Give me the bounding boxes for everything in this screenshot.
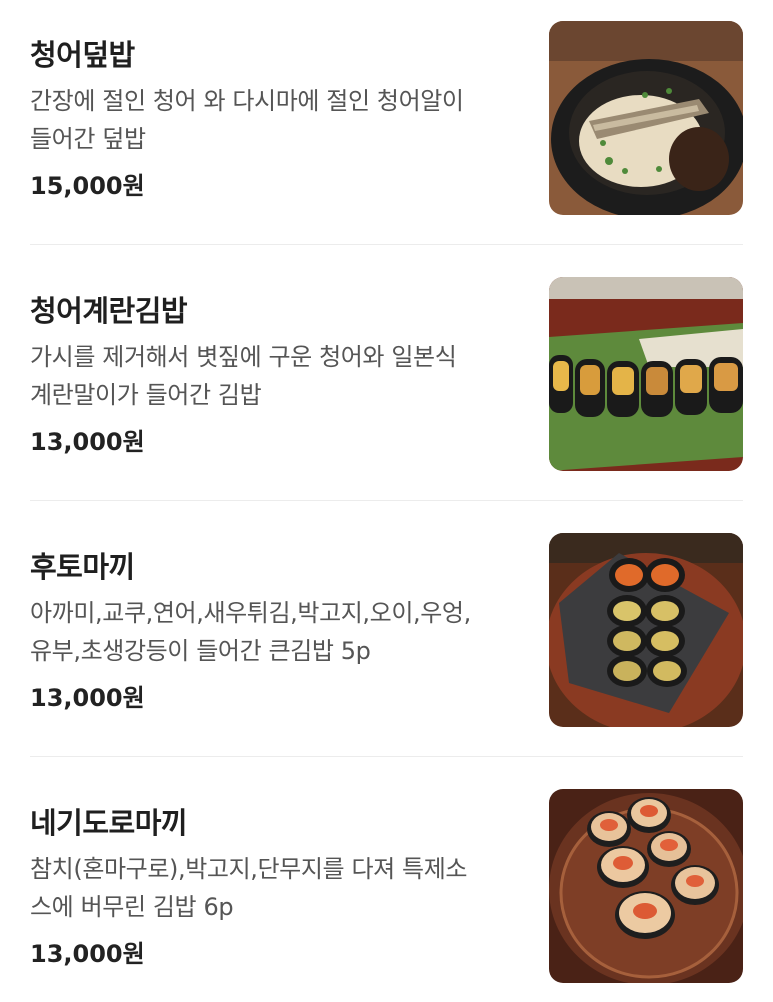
description-line: 간장에 절인 청어 와 다시마에 절인 청어알이 xyxy=(30,87,464,115)
menu-item-name: 후토마끼 xyxy=(30,550,135,584)
menu-divider xyxy=(30,756,743,757)
menu-item-name: 청어계란김밥 xyxy=(30,294,188,328)
menu-item-name: 청어덮밥 xyxy=(30,38,135,72)
menu-item-name: 네기도로마끼 xyxy=(30,806,188,840)
futomaki-photo[interactable] xyxy=(549,533,743,727)
menu-list: 청어덮밥 간장에 절인 청어 와 다시마에 절인 청어알이 들어간 덮밥 15,… xyxy=(0,0,773,1002)
menu-item-futomaki[interactable]: 후토마끼 아까미,교쿠,연어,새우튀김,박고지,오이,우엉, 유부,초생강등이 … xyxy=(30,532,743,728)
menu-item-price: 13,000원 xyxy=(30,428,145,456)
negitoro-maki-photo[interactable] xyxy=(549,789,743,983)
description-line: 아까미,교쿠,연어,새우튀김,박고지,오이,우엉, xyxy=(30,599,471,627)
menu-item-description: 가시를 제거해서 볏짚에 구운 청어와 일본식 계란말이가 들어간 김밥 xyxy=(30,338,520,414)
menu-item-description: 참치(혼마구로),박고지,단무지를 다져 특제소 스에 버무린 김밥 6p xyxy=(30,850,520,926)
herring-rice-bowl-photo[interactable] xyxy=(549,21,743,215)
description-line: 가시를 제거해서 볏짚에 구운 청어와 일본식 xyxy=(30,343,457,371)
description-line: 유부,초생강등이 들어간 큰김밥 5p xyxy=(30,637,371,665)
menu-item-herring-egg-gimbap[interactable]: 청어계란김밥 가시를 제거해서 볏짚에 구운 청어와 일본식 계란말이가 들어간… xyxy=(30,276,743,472)
menu-item-negitoro-maki[interactable]: 네기도로마끼 참치(혼마구로),박고지,단무지를 다져 특제소 스에 버무린 김… xyxy=(30,788,743,984)
menu-divider xyxy=(30,244,743,245)
menu-item-description: 아까미,교쿠,연어,새우튀김,박고지,오이,우엉, 유부,초생강등이 들어간 큰… xyxy=(30,594,520,670)
menu-item-price: 13,000원 xyxy=(30,940,145,968)
menu-item-herring-rice-bowl[interactable]: 청어덮밥 간장에 절인 청어 와 다시마에 절인 청어알이 들어간 덮밥 15,… xyxy=(30,20,743,216)
description-line: 들어간 덮밥 xyxy=(30,125,146,153)
menu-item-description: 간장에 절인 청어 와 다시마에 절인 청어알이 들어간 덮밥 xyxy=(30,82,520,158)
menu-divider xyxy=(30,500,743,501)
menu-item-price: 13,000원 xyxy=(30,684,145,712)
menu-item-price: 15,000원 xyxy=(30,172,145,200)
description-line: 참치(혼마구로),박고지,단무지를 다져 특제소 xyxy=(30,855,468,883)
description-line: 계란말이가 들어간 김밥 xyxy=(30,381,262,409)
herring-egg-gimbap-photo[interactable] xyxy=(549,277,743,471)
description-line: 스에 버무린 김밥 6p xyxy=(30,893,234,921)
